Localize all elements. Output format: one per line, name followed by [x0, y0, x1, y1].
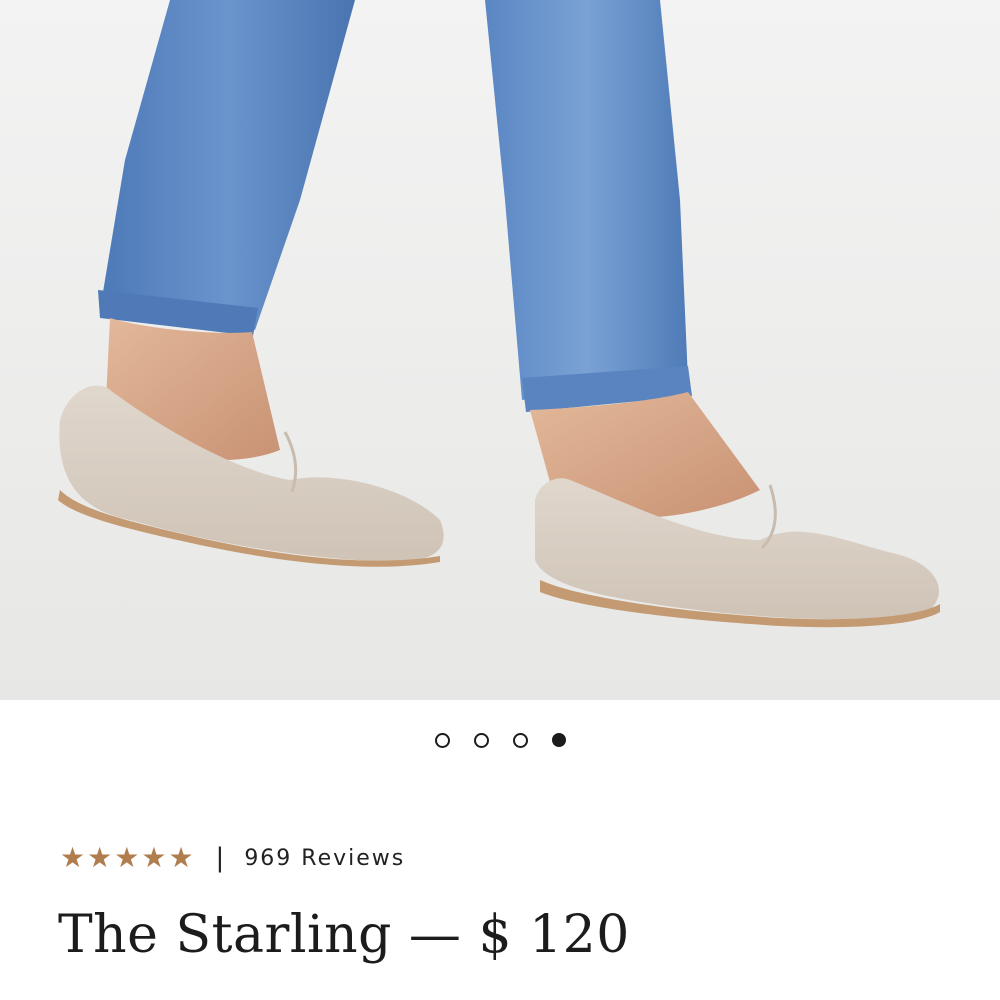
star-icon: ★ [114, 841, 140, 874]
separator: | [215, 843, 225, 873]
star-rating: ★ ★ ★ ★ ★ [60, 844, 194, 872]
product-title: The Starling — $ 120 [58, 905, 630, 965]
product-image[interactable] [0, 0, 1000, 700]
star-icon: ★ [168, 841, 194, 874]
star-icon: ★ [141, 841, 167, 874]
star-icon: ★ [87, 841, 113, 874]
rating-row: ★ ★ ★ ★ ★ | 969 Reviews [60, 840, 405, 876]
star-icon: ★ [60, 841, 86, 874]
carousel-dot-1[interactable] [434, 732, 450, 748]
carousel-indicators [0, 722, 1000, 758]
product-photo [0, 0, 1000, 700]
carousel-dot-3[interactable] [512, 732, 528, 748]
reviews-link[interactable]: 969 Reviews [244, 846, 405, 871]
carousel-dot-2[interactable] [473, 732, 489, 748]
carousel-dot-4-active[interactable] [551, 733, 566, 747]
